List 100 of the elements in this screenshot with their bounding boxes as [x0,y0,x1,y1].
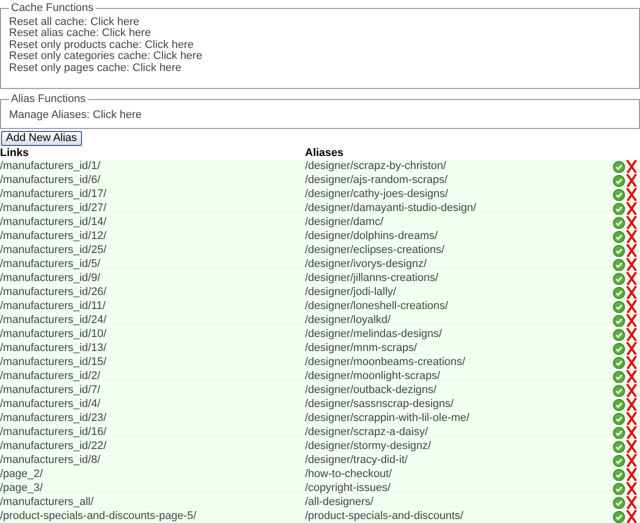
delete-icon[interactable] [626,174,637,188]
check-icon[interactable] [613,482,625,495]
delete-icon[interactable] [626,342,637,356]
check-icon[interactable] [613,300,625,313]
table-cell-text: /manufacturers_id/27/ [0,201,108,216]
delete-icon[interactable] [626,468,637,482]
table-cell-text: /designer/loneshell-creations/ [305,299,450,314]
table-cell-text: /designer/loyalkd/ [305,313,392,328]
delete-icon[interactable] [626,230,637,244]
table-cell-text: /product-specials-and-discounts/ [305,509,464,523]
check-icon[interactable] [613,398,625,411]
check-icon[interactable] [613,230,625,243]
delete-icon[interactable] [626,216,637,230]
function-line[interactable]: Reset all cache: Click here [9,16,140,28]
table-cell-text: /manufacturers_id/15/ [0,355,108,370]
table-cell-text: /manufacturers_id/24/ [0,313,108,328]
check-icon[interactable] [613,328,625,341]
check-icon[interactable] [613,202,625,215]
function-line[interactable]: Reset alias cache: Click here [9,27,151,40]
check-icon[interactable] [613,510,625,523]
table-cell-text: /designer/scrapz-by-christon/ [305,159,448,174]
check-icon[interactable] [613,496,625,509]
delete-icon[interactable] [626,384,637,398]
function-line[interactable]: Reset only products cache: Click here [9,38,194,51]
delete-icon[interactable] [626,440,637,454]
table-cell-text: /manufacturers_id/4/ [0,397,102,412]
table-cell-text: /manufacturers_id/10/ [0,327,108,342]
delete-icon[interactable] [626,258,637,272]
check-icon[interactable] [613,258,625,271]
delete-icon[interactable] [626,496,637,510]
delete-icon[interactable] [626,244,637,258]
table-cell-text: /designer/scrappin-with-lil-ole-me/ [305,411,470,426]
check-icon[interactable] [613,356,625,369]
table-cell-text: /manufacturers_id/17/ [0,187,108,202]
table-cell-text: /designer/stormy-designz/ [305,439,432,454]
delete-icon[interactable] [626,426,637,440]
delete-icon[interactable] [626,356,637,370]
check-icon[interactable] [613,454,625,467]
column-header: Links [0,148,30,160]
delete-icon[interactable] [626,272,637,286]
table-cell-text: /designer/cathy-joes-designs/ [305,187,450,202]
table-cell-text: /manufacturers_id/25/ [0,243,108,258]
table-cell-text: /all-designers/ [305,495,374,510]
delete-icon[interactable] [626,398,637,412]
check-icon[interactable] [613,426,625,439]
check-icon[interactable] [613,244,625,257]
check-icon[interactable] [613,286,625,299]
section-legend: Cache Functions [9,0,96,16]
column-header: Aliases [305,148,344,160]
delete-icon[interactable] [626,454,637,468]
table-cell-text: /designer/ajs-random-scraps/ [305,173,448,188]
table-cell-text: /manufacturers_id/14/ [0,215,108,230]
check-icon[interactable] [613,384,625,397]
table-cell-text: /manufacturers_id/2/ [0,369,102,384]
check-icon[interactable] [613,188,625,201]
table-cell-text: /designer/jillanns-creations/ [305,271,440,286]
check-icon[interactable] [613,216,625,229]
check-icon[interactable] [613,370,625,383]
check-icon[interactable] [613,174,625,187]
delete-icon[interactable] [626,412,637,426]
table-cell-text: /product-specials-and-discounts-page-5/ [0,509,198,523]
table-cell-text: /how-to-checkout/ [305,467,393,482]
delete-icon[interactable] [626,160,637,174]
add-alias-button[interactable]: Add New Alias [1,130,82,146]
delete-icon[interactable] [626,482,637,496]
delete-icon[interactable] [626,314,637,328]
table-cell-text: /designer/moonbeams-creations/ [305,355,466,370]
table-cell-text: /designer/eclipses-creations/ [305,243,446,258]
check-icon[interactable] [613,314,625,327]
check-icon[interactable] [613,160,625,173]
table-cell-text: /manufacturers_id/8/ [0,453,102,468]
table-cell-text: /designer/ivorys-designz/ [305,257,428,272]
table-cell-text: /manufacturers_id/7/ [0,383,102,398]
check-icon[interactable] [613,342,625,355]
table-cell-text: /manufacturers_id/13/ [0,341,108,356]
table-cell-text: /manufacturers_id/5/ [0,257,102,272]
table-cell-text: /designer/sassnscrap-designs/ [305,397,455,412]
delete-icon[interactable] [626,188,637,202]
check-icon[interactable] [613,412,625,425]
delete-icon[interactable] [626,370,637,384]
table-cell-text: /designer/moonlight-scraps/ [305,369,442,384]
table-cell-text: /manufacturers_id/16/ [0,425,108,440]
table-cell-text: /designer/jodi-lally/ [305,285,398,300]
delete-icon[interactable] [626,202,637,216]
table-cell-text: /manufacturers_id/26/ [0,285,108,300]
function-line[interactable]: Manage Aliases: Click here [9,108,142,121]
check-icon[interactable] [613,440,625,453]
function-line[interactable]: Reset only categories cache: Click here [9,50,202,62]
delete-icon[interactable] [626,286,637,300]
check-icon[interactable] [613,272,625,285]
section-legend: Alias Functions [9,91,88,108]
function-line[interactable]: Reset only pages cache: Click here [9,62,182,74]
delete-icon[interactable] [626,510,637,523]
table-cell-text: /designer/dolphins-dreams/ [305,229,439,244]
delete-icon[interactable] [626,300,637,314]
table-cell-text: /designer/tracy-did-it/ [305,453,409,468]
delete-icon[interactable] [626,328,637,342]
table-cell-text: /page_2/ [0,467,44,482]
check-icon[interactable] [613,468,625,481]
table-cell-text: /manufacturers_id/1/ [0,159,102,174]
